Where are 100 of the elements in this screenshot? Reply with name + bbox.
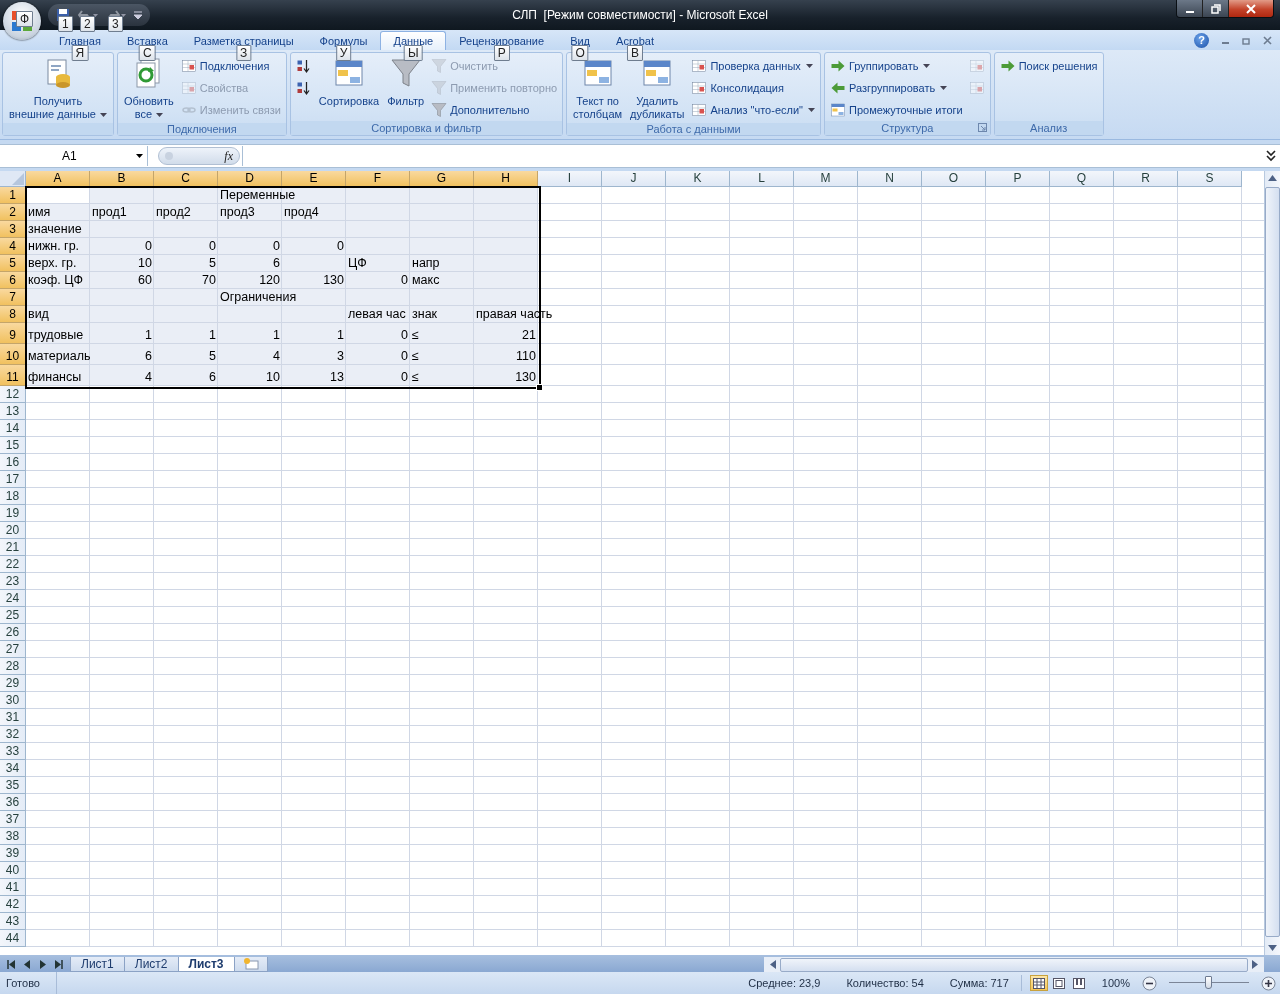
customize-toolbar-icon[interactable]: [134, 11, 142, 19]
ribbon-button[interactable]: Анализ "что-если": [689, 100, 817, 119]
row-header[interactable]: 26: [0, 624, 26, 641]
sheet-tab[interactable]: Лист1: [70, 957, 125, 972]
row-header[interactable]: 5: [0, 255, 26, 272]
row-header[interactable]: 18: [0, 488, 26, 505]
restore-icon[interactable]: [1242, 35, 1251, 45]
up-arrow-icon[interactable]: [1268, 175, 1277, 181]
column-header[interactable]: M: [794, 171, 858, 187]
ribbon-button[interactable]: Проверка данных: [689, 56, 817, 75]
column-header[interactable]: R: [1114, 171, 1178, 187]
column-header[interactable]: N: [858, 171, 922, 187]
ribbon-button[interactable]: Дополнительно: [429, 100, 560, 119]
down-arrow-icon[interactable]: [1268, 945, 1277, 951]
row-header[interactable]: 28: [0, 658, 26, 675]
view-button[interactable]: [1029, 975, 1048, 991]
zoom-in-icon[interactable]: [1261, 975, 1276, 991]
row-header[interactable]: 21: [0, 539, 26, 556]
row-header[interactable]: 2: [0, 204, 26, 221]
column-header[interactable]: O: [922, 171, 986, 187]
column-header[interactable]: K: [666, 171, 730, 187]
row-header[interactable]: 23: [0, 573, 26, 590]
insert-sheet-button[interactable]: [233, 957, 268, 972]
row-header[interactable]: 33: [0, 743, 26, 760]
row-header[interactable]: 12: [0, 386, 26, 403]
column-header[interactable]: E: [282, 171, 346, 187]
row-header[interactable]: 6: [0, 272, 26, 289]
row-header[interactable]: 9: [0, 323, 26, 344]
row-header[interactable]: 17: [0, 471, 26, 488]
row-header[interactable]: 10: [0, 344, 26, 365]
zoom-out-icon[interactable]: [1142, 975, 1157, 991]
sheet-tab[interactable]: Лист2: [123, 957, 179, 972]
ribbon-button[interactable]: Консолидация: [689, 78, 817, 97]
row-header[interactable]: 32: [0, 726, 26, 743]
row-header[interactable]: 11: [0, 365, 26, 386]
column-header[interactable]: H: [474, 171, 538, 187]
column-header[interactable]: D: [218, 171, 282, 187]
row-header[interactable]: 29: [0, 675, 26, 692]
column-header[interactable]: B: [90, 171, 154, 187]
sheet-tab[interactable]: Лист3: [177, 957, 235, 972]
row-header[interactable]: 41: [0, 879, 26, 896]
dialog-launcher-icon[interactable]: [977, 123, 987, 132]
row-header[interactable]: 8: [0, 306, 26, 323]
row-header[interactable]: 20: [0, 522, 26, 539]
row-header[interactable]: 30: [0, 692, 26, 709]
row-header[interactable]: 22: [0, 556, 26, 573]
expand-icon[interactable]: [1266, 149, 1276, 163]
ribbon-button[interactable]: Поиск решения: [997, 56, 1100, 75]
row-header[interactable]: 36: [0, 794, 26, 811]
ribbon-button[interactable]: Разгруппировать: [828, 78, 965, 97]
column-header[interactable]: P: [986, 171, 1050, 187]
row-header[interactable]: 16: [0, 454, 26, 471]
name-box[interactable]: A1: [0, 146, 148, 166]
row-header[interactable]: 37: [0, 811, 26, 828]
insert-function-button[interactable]: fx: [224, 148, 233, 164]
column-header[interactable]: C: [154, 171, 218, 187]
row-header[interactable]: 35: [0, 777, 26, 794]
column-header[interactable]: L: [730, 171, 794, 187]
row-header[interactable]: 14: [0, 420, 26, 437]
row-header[interactable]: 38: [0, 828, 26, 845]
column-header[interactable]: F: [346, 171, 410, 187]
column-header[interactable]: S: [1178, 171, 1242, 187]
row-header[interactable]: 13: [0, 403, 26, 420]
row-header[interactable]: 34: [0, 760, 26, 777]
row-header[interactable]: 43: [0, 913, 26, 930]
row-header[interactable]: 19: [0, 505, 26, 522]
row-header[interactable]: 24: [0, 590, 26, 607]
column-header[interactable]: J: [602, 171, 666, 187]
ribbon-tab[interactable]: Данные: [380, 31, 447, 50]
zoom-level[interactable]: 100%: [1101, 977, 1130, 989]
row-header[interactable]: 25: [0, 607, 26, 624]
sheet-nav-icon[interactable]: [6, 960, 16, 969]
column-header[interactable]: Q: [1050, 171, 1114, 187]
row-header[interactable]: 42: [0, 896, 26, 913]
row-header[interactable]: 39: [0, 845, 26, 862]
restore-button[interactable]: [1203, 0, 1229, 17]
close-button[interactable]: [1229, 0, 1273, 17]
left-arrow-icon[interactable]: [770, 960, 776, 969]
row-header[interactable]: 3: [0, 221, 26, 238]
slider-thumb[interactable]: [1205, 976, 1212, 989]
minimize-button[interactable]: [1177, 0, 1203, 17]
row-header[interactable]: 7: [0, 289, 26, 306]
close-icon[interactable]: [1263, 35, 1272, 45]
row-header[interactable]: 40: [0, 862, 26, 879]
ribbon-button[interactable]: Промежуточные итоги: [828, 100, 965, 119]
fill-handle[interactable]: [536, 384, 543, 391]
row-header[interactable]: 31: [0, 709, 26, 726]
row-header[interactable]: 27: [0, 641, 26, 658]
row-header[interactable]: 15: [0, 437, 26, 454]
ribbon-button[interactable]: Группировать: [828, 56, 965, 75]
column-header[interactable]: A: [26, 171, 90, 187]
row-header[interactable]: 44: [0, 930, 26, 947]
row-header[interactable]: 1: [0, 187, 26, 204]
table-cell-text: 1: [336, 328, 345, 343]
column-header[interactable]: G: [410, 171, 474, 187]
sheet-nav-icon[interactable]: [54, 960, 64, 969]
right-arrow-icon[interactable]: [1252, 960, 1258, 969]
column-header[interactable]: I: [538, 171, 602, 187]
row-header[interactable]: 4: [0, 238, 26, 255]
table-cell-text: 0: [400, 273, 409, 288]
